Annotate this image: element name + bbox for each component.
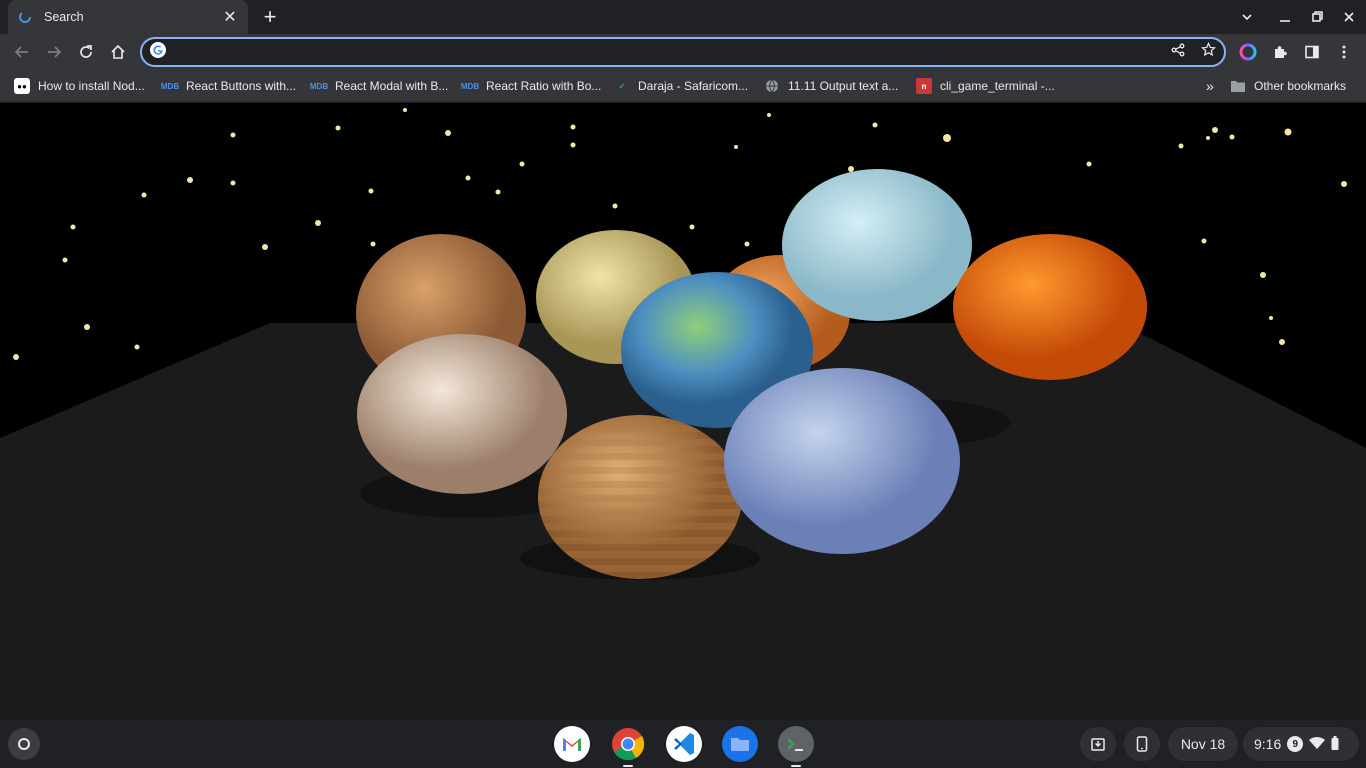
sun-sphere xyxy=(953,234,1147,380)
plus-icon[interactable]: + xyxy=(258,4,282,29)
notification-badge: 9 xyxy=(1287,736,1304,752)
date-display[interactable]: Nov 18 xyxy=(1168,727,1238,761)
bookmark-item[interactable]: n cli_game_terminal -... xyxy=(916,75,1055,97)
tab-title: Search xyxy=(44,10,84,24)
uranus-planet xyxy=(782,169,972,321)
safaricom-icon: ✓ xyxy=(618,81,626,91)
bookmark-item[interactable]: ✓ Daraja - Safaricom... xyxy=(614,75,748,97)
puzzle-icon[interactable] xyxy=(1267,39,1293,65)
planets-scene xyxy=(0,108,1366,720)
bookmarks-bar: ●● How to install Nod... MDB React Butto… xyxy=(0,70,1366,102)
wifi-icon xyxy=(1309,736,1326,753)
share-icon[interactable] xyxy=(1171,43,1185,62)
restore-icon[interactable] xyxy=(1304,4,1330,30)
tab-search[interactable]: Search ✕ xyxy=(8,0,248,34)
back-icon[interactable] xyxy=(9,39,35,65)
reload-icon[interactable] xyxy=(73,39,99,65)
other-bookmarks[interactable]: Other bookmarks xyxy=(1230,75,1346,97)
gmail-icon[interactable] xyxy=(554,726,590,762)
loading-icon xyxy=(18,10,32,24)
launcher-icon[interactable] xyxy=(8,728,40,760)
phone-hub-icon[interactable] xyxy=(1124,727,1160,761)
tote-icon[interactable] xyxy=(1080,727,1116,761)
side-panel-icon[interactable] xyxy=(1299,39,1325,65)
vscode-icon[interactable] xyxy=(666,726,702,762)
star-icon[interactable] xyxy=(1200,41,1217,62)
bookmark-item[interactable]: MDB React Modal with B... xyxy=(309,75,449,97)
tab-strip: Search ✕ + xyxy=(0,0,1366,34)
forward-icon[interactable] xyxy=(41,39,67,65)
mdb-icon: MDB xyxy=(460,81,480,91)
bookmark-item[interactable]: ●● How to install Nod... xyxy=(14,75,145,97)
bookmark-item[interactable]: 11.11 Output text a... xyxy=(764,75,898,97)
terminal-icon[interactable] xyxy=(778,726,814,767)
chrome-icon[interactable] xyxy=(610,726,646,767)
address-bar[interactable] xyxy=(140,37,1226,67)
mdb-icon: MDB xyxy=(160,81,180,91)
medium-icon: ●● xyxy=(14,78,30,94)
chevron-right-double-icon[interactable]: » xyxy=(1206,75,1214,97)
mercury-planet xyxy=(724,368,960,554)
minimize-icon[interactable] xyxy=(1272,4,1298,30)
home-icon[interactable] xyxy=(105,39,131,65)
close-window-icon[interactable] xyxy=(1336,4,1362,30)
bookmark-item[interactable]: MDB React Buttons with... xyxy=(160,75,296,97)
mdb-icon: MDB xyxy=(309,81,329,91)
chevron-down-icon[interactable] xyxy=(1234,4,1260,30)
google-icon xyxy=(150,41,166,63)
folder-icon xyxy=(1230,78,1246,94)
status-area[interactable]: 9:16 9 xyxy=(1243,727,1359,761)
page-content[interactable] xyxy=(0,103,1366,720)
extension-color-icon[interactable] xyxy=(1235,39,1261,65)
time-display: 9:16 xyxy=(1254,736,1282,752)
bookmark-item[interactable]: MDB React Ratio with Bo... xyxy=(460,75,602,97)
toolbar xyxy=(0,34,1366,70)
more-vert-icon[interactable] xyxy=(1331,39,1357,65)
npm-icon: n xyxy=(916,78,932,94)
globe-icon xyxy=(764,78,780,94)
battery-icon xyxy=(1331,735,1339,753)
pluto-planet xyxy=(357,334,567,494)
omnibox-input[interactable] xyxy=(174,44,1171,60)
close-icon[interactable]: ✕ xyxy=(222,9,238,26)
system-shelf: Nov 18 9:16 9 xyxy=(0,720,1366,768)
files-icon[interactable] xyxy=(722,726,758,762)
